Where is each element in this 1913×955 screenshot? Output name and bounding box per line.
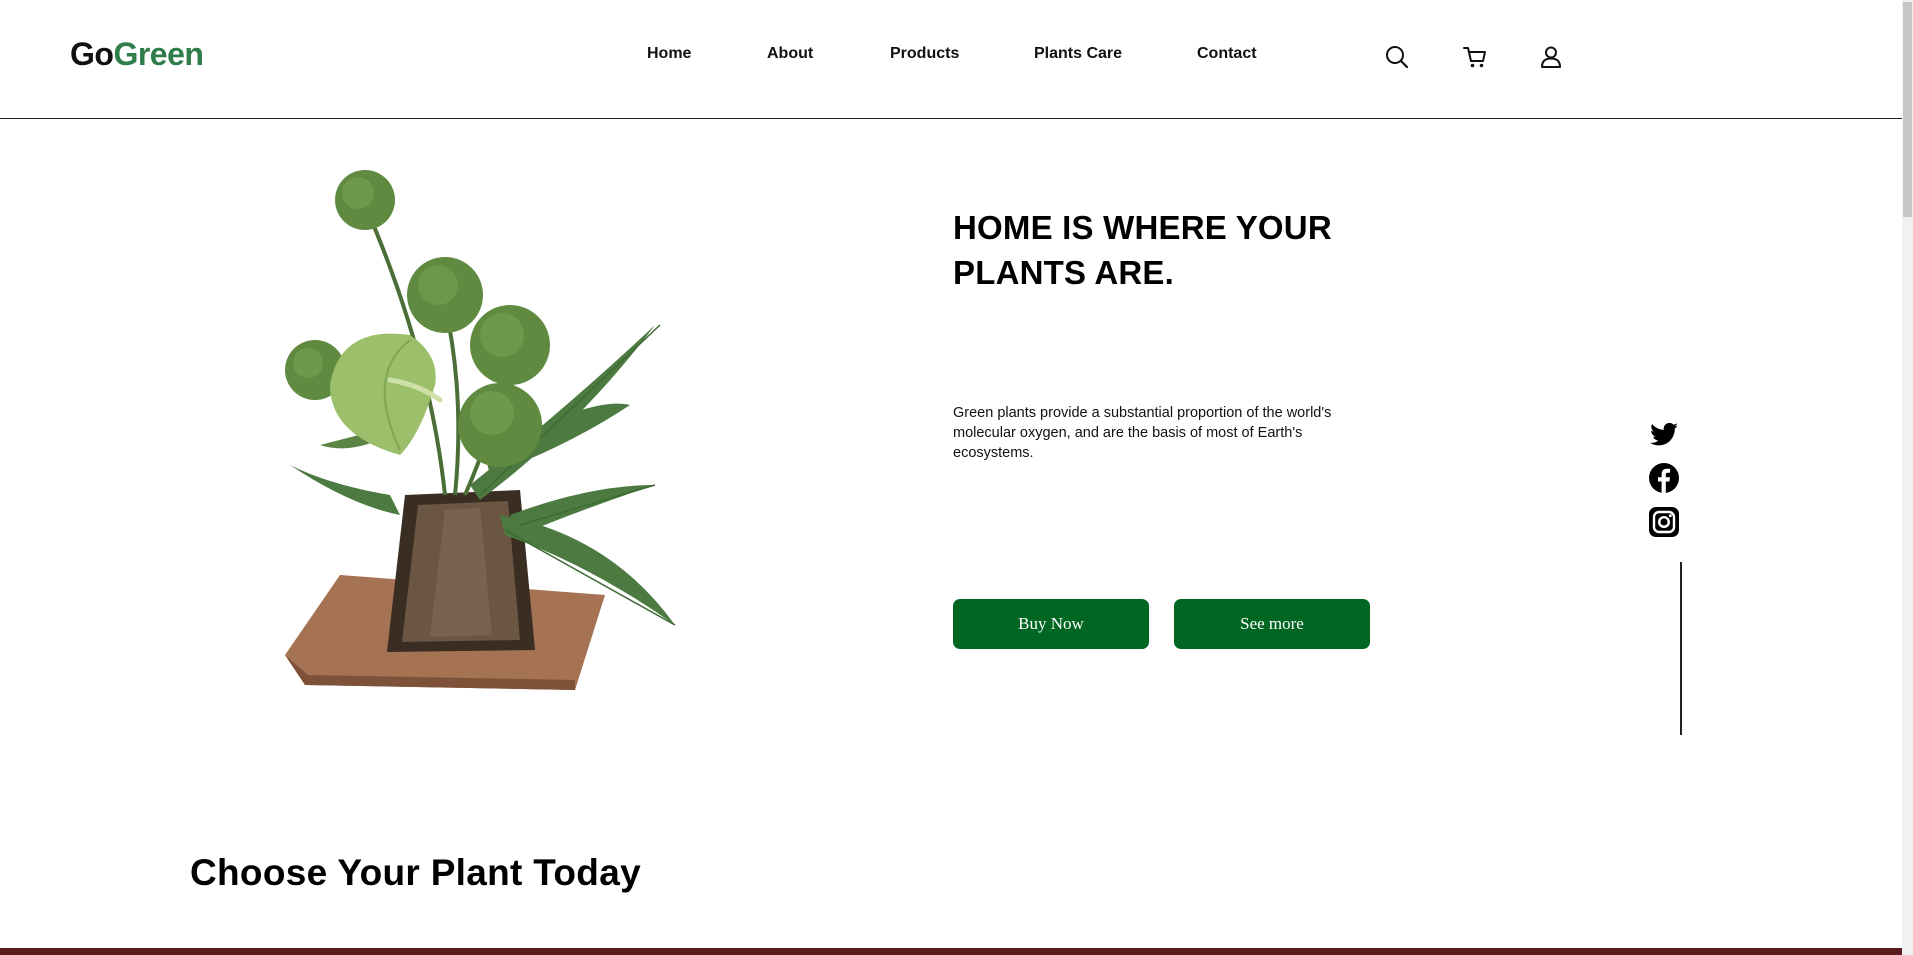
nav-contact[interactable]: Contact <box>1197 45 1257 63</box>
section-title: Choose Your Plant Today <box>190 852 641 893</box>
user-icon[interactable] <box>1538 44 1564 70</box>
logo-part-go: Go <box>70 36 114 72</box>
social-divider-line <box>1680 562 1682 735</box>
instagram-icon[interactable] <box>1648 506 1680 538</box>
nav-home[interactable]: Home <box>647 45 691 63</box>
hero-headline-line-2: PLANTS ARE. <box>953 254 1174 291</box>
twitter-icon[interactable] <box>1648 418 1680 450</box>
buy-now-button[interactable]: Buy Now <box>953 599 1149 649</box>
see-more-button[interactable]: See more <box>1174 599 1370 649</box>
nav-plants-care[interactable]: Plants Care <box>1034 45 1122 63</box>
search-icon[interactable] <box>1384 44 1410 70</box>
hero-plant-image <box>285 170 676 690</box>
hero-headline-line-1: HOME IS WHERE YOUR <box>953 209 1332 246</box>
page-scrollbar[interactable] <box>1902 0 1913 955</box>
logo-part-green: Green <box>113 36 204 72</box>
next-section-preview <box>0 948 1902 955</box>
hero-description: Green plants provide a substantial propo… <box>953 405 1332 461</box>
nav-products[interactable]: Products <box>890 45 959 63</box>
facebook-icon[interactable] <box>1648 462 1680 494</box>
cart-icon[interactable] <box>1462 44 1488 70</box>
scrollbar-thumb[interactable] <box>1903 2 1912 217</box>
hero-headline: HOME IS WHERE YOUR PLANTS ARE. <box>953 205 1373 295</box>
site-header: GoGreen Home About Products Plants Care … <box>0 0 1902 119</box>
nav-about[interactable]: About <box>767 45 813 63</box>
logo[interactable]: GoGreen <box>70 36 204 73</box>
